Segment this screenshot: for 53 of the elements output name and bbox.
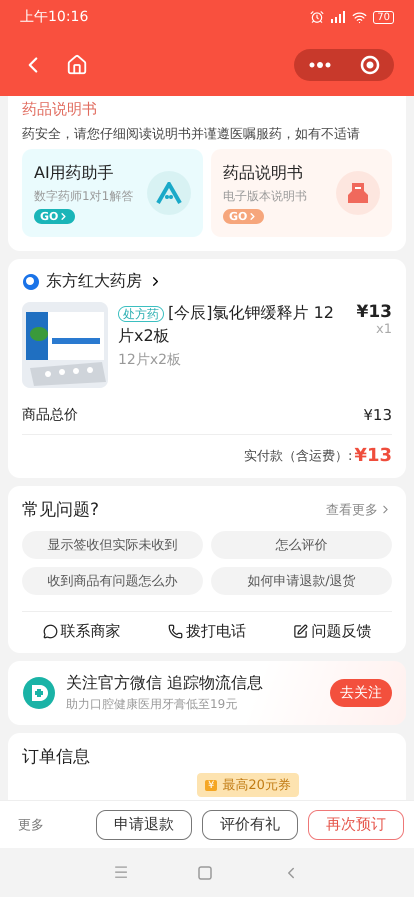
service-tile[interactable]: 药品说明书 电子版本说明书 GO xyxy=(211,149,392,237)
coupon-tooltip: ¥ 最高20元券 xyxy=(197,773,299,797)
chat-icon xyxy=(42,624,58,639)
coupon-icon: ¥ xyxy=(205,780,218,790)
booklet-icon xyxy=(346,181,370,205)
status-time: 上午10:16 xyxy=(20,8,88,26)
banner-subtitle: 助力口腔健康医用牙膏低至19元 xyxy=(66,696,238,713)
follow-button[interactable]: 去关注 xyxy=(330,679,392,707)
service-tile[interactable]: AI用药助手 数字药师1对1解答 GO xyxy=(22,149,203,237)
faq-question[interactable]: 收到商品有问题怎么办 xyxy=(22,567,203,595)
more-icon xyxy=(308,62,330,68)
home-square-icon[interactable] xyxy=(198,866,212,880)
more-link[interactable]: 更多 xyxy=(18,816,44,834)
wifi-icon xyxy=(352,10,368,24)
paid-amount: ¥13 xyxy=(354,445,392,466)
order-info-title: 订单信息 xyxy=(22,746,91,768)
close-icon xyxy=(360,55,380,75)
notice-text: 药安全，请您仔细阅读说明书并谨遵医嘱服药，如有不适请 xyxy=(22,126,361,143)
total-label: 商品总价 xyxy=(22,406,78,424)
menu-capsule[interactable] xyxy=(294,49,394,81)
phone-icon xyxy=(168,624,183,639)
product-price: ¥13 xyxy=(356,302,392,322)
signal-icon xyxy=(330,11,346,23)
see-more-link[interactable]: 查看更多 xyxy=(326,500,392,518)
battery-level: 70 xyxy=(373,10,394,24)
tent-icon xyxy=(156,182,182,204)
action-button[interactable]: 评价有礼 xyxy=(202,810,298,840)
product-spec: 12片x2板 xyxy=(118,351,182,369)
store-logo-icon xyxy=(22,272,40,290)
home-icon[interactable] xyxy=(66,54,88,76)
tile-subtitle: 数字药师1对1解答 xyxy=(34,188,134,204)
alarm-icon xyxy=(310,10,324,24)
action-button[interactable]: 再次预订 xyxy=(308,810,404,840)
tile-title: AI用药助手 xyxy=(34,162,115,184)
tile-subtitle: 电子版本说明书 xyxy=(223,188,308,204)
store-link[interactable]: 东方红大药房 xyxy=(22,271,163,292)
faq-question[interactable]: 怎么评价 xyxy=(211,531,392,559)
action-button[interactable]: 申请退款 xyxy=(96,810,192,840)
faq-question[interactable]: 显示签收但实际未收到 xyxy=(22,531,203,559)
faq-title: 常见问题? xyxy=(22,499,100,521)
contact-action[interactable]: 问题反馈 xyxy=(293,622,372,641)
tile-title: 药品说明书 xyxy=(223,162,304,184)
contact-action[interactable]: 联系商家 xyxy=(42,622,121,641)
edit-icon xyxy=(293,624,308,639)
paid-label: 实付款（含运费）: xyxy=(244,448,352,464)
banner-title: 关注官方微信 追踪物流信息 xyxy=(66,673,264,694)
pharmacy-logo-icon xyxy=(22,676,56,710)
product-name[interactable]: 处方药 [今辰]氯化钾缓释片 12片x2板 xyxy=(118,302,346,347)
total-price: ¥13 xyxy=(363,406,392,424)
product-quantity: x1 xyxy=(376,322,392,337)
contact-action[interactable]: 拨打电话 xyxy=(168,622,246,641)
faq-question[interactable]: 如何申请退款/退货 xyxy=(211,567,392,595)
section-title: 药品说明书 xyxy=(22,100,98,119)
